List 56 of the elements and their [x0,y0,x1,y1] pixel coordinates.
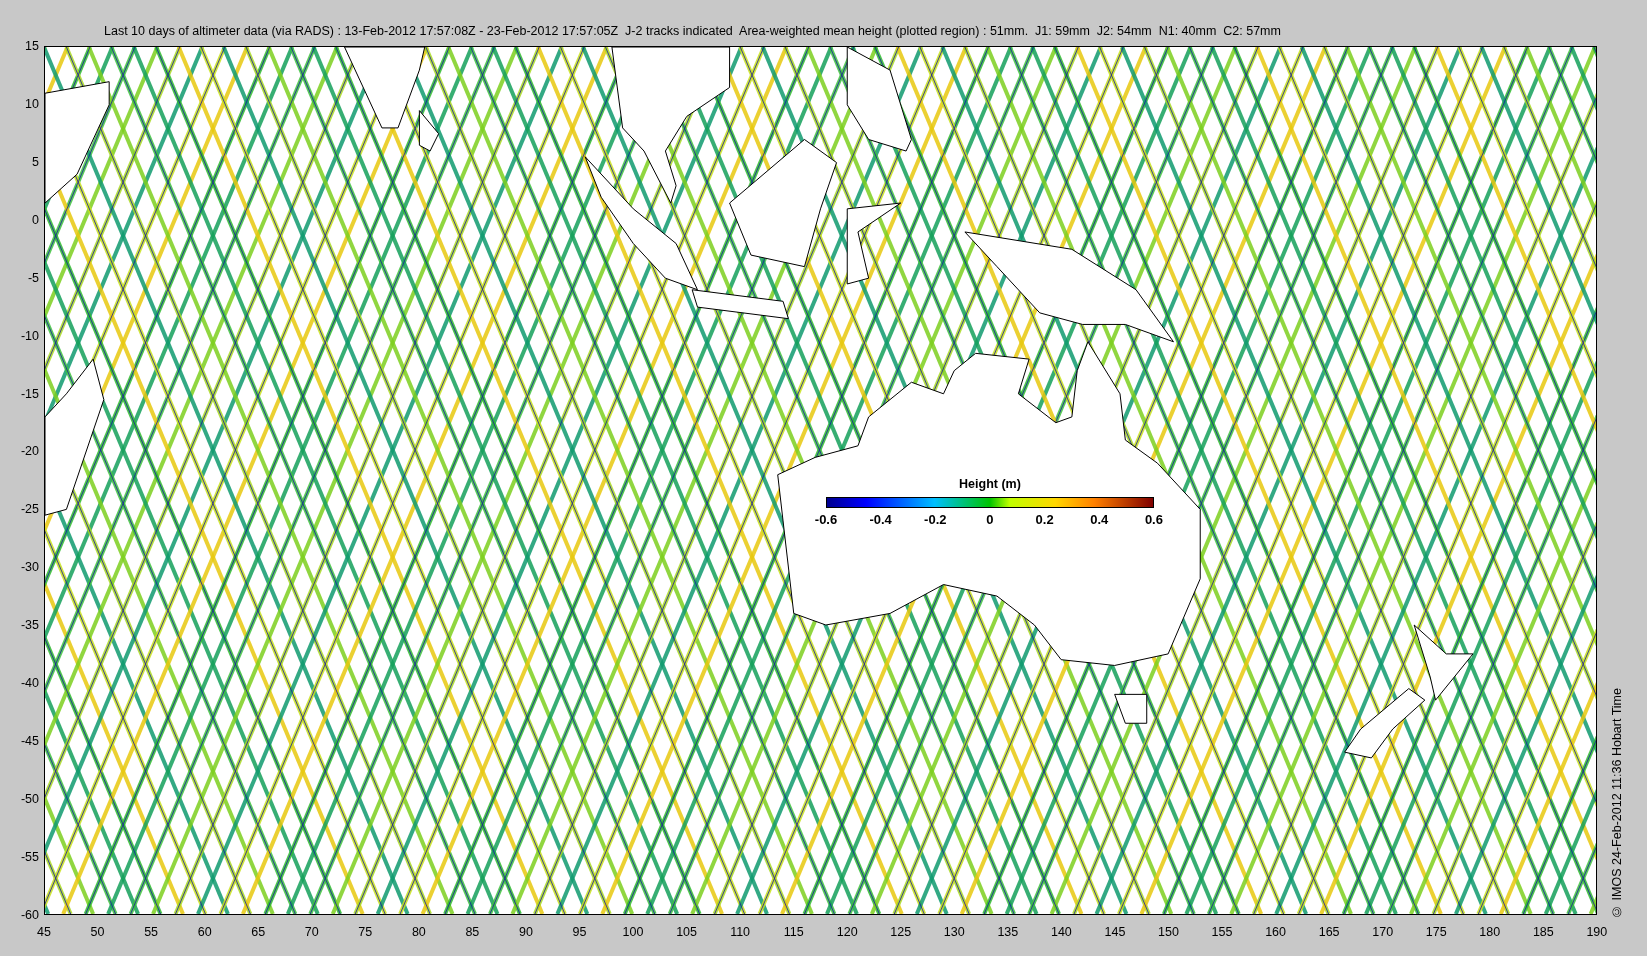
latitude-tick-label: -60 [20,907,39,922]
colorbar-title: Height (m) [958,476,1022,493]
longitude-tick-label: 105 [675,925,698,939]
longitude-tick-label: 150 [1157,925,1180,939]
latitude-tick-label: -20 [20,444,39,459]
colorbar-tick-label: -0.6 [813,510,839,529]
longitude-tick-label: 140 [1049,925,1073,939]
latitude-tick-label: -30 [20,560,39,575]
copyright-text: © IMOS 24-Feb-2012 11:36 Hobart Time [1608,688,1625,918]
longitude-tick-label: 45 [36,925,52,939]
longitude-tick-label: 155 [1210,925,1234,939]
longitude-tick-label: 60 [196,925,213,939]
figure-title: Last 10 days of altimeter data (via RADS) : 13-Feb-2012 17:57:08Z - 23-Feb-2012 17:57:05Z J-2 tracks indicated Area-weighted mean height (plotted region) : 51mm. J1: 59mm J2: 54mm N1: 40mm C2: 57mm [104,24,1281,38]
longitude-tick-label: 190 [1585,925,1609,939]
longitude-tick-label: 175 [1424,925,1448,939]
longitude-tick-label: 75 [357,925,374,939]
longitude-tick-label: 55 [143,925,160,939]
colorbar-tick-label: -0.2 [923,510,948,529]
latitude-tick-label: -25 [20,502,39,517]
longitude-tick-label: 90 [517,925,534,939]
longitude-tick-label: 110 [729,925,752,939]
longitude-tick-label: 95 [571,925,588,939]
latitude-tick-label: 5 [32,154,39,169]
colorbar-tick-label: 0.4 [1089,510,1110,529]
longitude-tick-label: 70 [303,925,320,939]
longitude-tick-label: 120 [835,925,859,939]
latitude-tick-label: -55 [20,849,39,864]
colorbar-tick-label: 0.2 [1034,510,1055,529]
longitude-tick-label: 165 [1317,925,1341,939]
longitude-tick-label: 170 [1371,925,1395,939]
longitude-tick-label: 100 [621,925,645,939]
latitude-tick-label: 0 [32,212,39,227]
latitude-tick-label: -35 [20,618,39,633]
longitude-tick-label: 145 [1103,925,1127,939]
latitude-tick-label: 10 [25,96,39,111]
colorbar-tick-label: -0.4 [868,510,893,529]
longitude-tick-label: 135 [996,925,1020,939]
longitude-tick-label: 65 [250,925,267,939]
longitude-tick-label: 160 [1264,925,1287,939]
latitude-tick-label: -40 [20,676,39,691]
longitude-tick-label: 80 [410,925,427,939]
longitude-tick-label: 130 [942,925,966,939]
longitude-tick-label: 115 [782,925,805,939]
longitude-tick-label: 50 [89,925,106,939]
longitude-tick-label: 185 [1531,925,1555,939]
latitude-tick-label: -15 [20,386,39,401]
colorbar-tick-label: 0 [985,510,995,529]
longitude-tick-label: 85 [464,925,481,939]
latitude-tick-label: -10 [20,328,39,343]
latitude-tick-label: -5 [27,270,39,285]
latitude-tick-label: -45 [20,734,39,749]
longitude-tick-label: 125 [889,925,913,939]
latitude-tick-label: -50 [20,792,39,806]
colorbar-tick-label: 0.6 [1143,510,1164,529]
longitude-tick-label: 180 [1478,925,1502,939]
latitude-tick-label: 15 [25,39,39,53]
